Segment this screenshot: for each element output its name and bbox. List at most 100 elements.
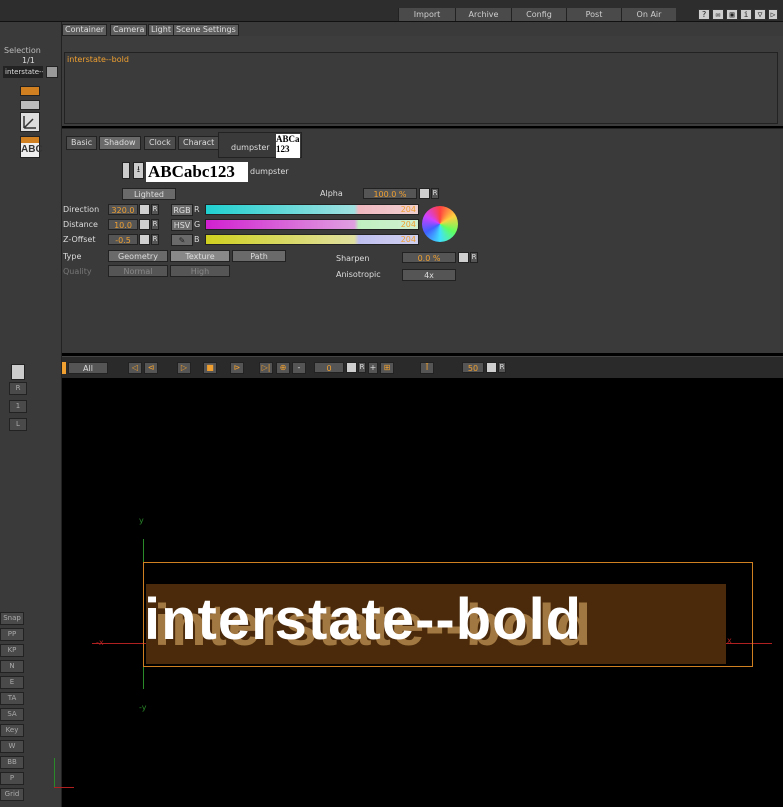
config-button[interactable]: Config [511,8,566,21]
n-button[interactable]: N [0,660,24,673]
color-wheel[interactable] [422,206,458,242]
info-icon[interactable]: i [740,9,752,20]
layer-l-button[interactable]: L [9,418,27,431]
rgb-mode-button[interactable]: RGB [171,204,193,216]
layer-one-button[interactable]: 1 [9,400,27,413]
end-frame-reset[interactable]: R [498,362,506,373]
last-frame-icon[interactable]: ▷| [259,362,273,374]
pp-button[interactable]: PP [0,628,24,641]
kp-button[interactable]: KP [0,644,24,657]
cursor-icon[interactable]: Ī [420,362,434,374]
blue-slider[interactable]: 204 [205,234,419,245]
help-icon[interactable]: ? [698,9,710,20]
anisotropic-select[interactable]: 4x [402,269,456,281]
on-air-button[interactable]: On Air [621,8,676,21]
next-key-icon[interactable]: ⊳ [230,362,244,374]
stop-icon[interactable]: ■ [203,362,217,374]
subtab-basic[interactable]: Basic [66,136,98,150]
sharpen-label: Sharpen [336,254,370,263]
first-frame-icon[interactable]: ◁ [128,362,142,374]
r-button-icon[interactable]: R [9,382,27,395]
w-button[interactable]: W [0,740,24,753]
sa-button[interactable]: SA [0,708,24,721]
distance-spinner[interactable] [139,219,150,230]
frame-spinner[interactable] [346,362,357,373]
transform-icon[interactable] [20,100,40,110]
minus-icon[interactable]: - [292,362,306,374]
ta-button[interactable]: TA [0,692,24,705]
prev-key-icon[interactable]: ⊲ [144,362,158,374]
selection-name[interactable]: interstate--bold [3,66,43,78]
tab-container[interactable]: Container [62,24,108,36]
end-frame-spinner[interactable] [486,362,497,373]
font-download-icon[interactable]: ⭳ [133,162,144,179]
sharpen-input[interactable]: 0.0 % [402,252,456,263]
font-tooltip: dumpster ABCa 123 [218,132,302,158]
p-button[interactable]: P [0,772,24,785]
all-button[interactable]: All [68,362,108,374]
axis-icon[interactable] [20,112,40,132]
alpha-reset[interactable]: R [431,188,439,199]
blue-value: 204 [400,235,416,244]
trash-icon[interactable] [11,364,25,380]
archive-button[interactable]: Archive [455,8,511,21]
type-texture-button[interactable]: Texture [170,250,230,262]
subtab-shadow[interactable]: Shadow [99,136,141,150]
chevron-down-icon[interactable]: ▽ [754,9,766,20]
hsv-mode-button[interactable]: HSV [171,219,193,231]
mail-icon[interactable]: ✉ [712,9,724,20]
font-preview-sample[interactable]: ABCabc123 [146,162,248,182]
eyedropper-icon[interactable]: ✎ [171,234,193,246]
green-slider[interactable]: 204 [205,219,419,230]
alpha-input[interactable]: 100.0 % [363,188,417,199]
script-textarea[interactable]: interstate--bold [64,52,778,124]
viewport-text-object[interactable]: interstate--bold [144,586,582,653]
render-viewport[interactable]: y -y x -x interstate--bold interstate--b… [54,378,783,807]
text-plugin-icon[interactable]: ABC [20,136,43,158]
frame-reset[interactable]: R [358,362,366,373]
direction-spinner[interactable] [139,204,150,215]
tab-light[interactable]: Light [148,24,174,36]
distance-reset[interactable]: R [151,219,159,230]
post-button[interactable]: Post [566,8,621,21]
type-label: Type [63,252,82,261]
lighted-toggle[interactable]: Lighted [122,188,176,200]
distance-input[interactable]: 10.0 [108,219,138,230]
type-path-button[interactable]: Path [232,250,286,262]
snap-button[interactable]: Snap [0,612,24,625]
quality-normal-button[interactable]: Normal [108,265,168,277]
zoffset-reset[interactable]: R [151,234,159,245]
distance-label: Distance [63,220,98,229]
container-icon[interactable] [20,86,40,96]
frame-input[interactable]: 0 [314,362,344,373]
tab-scene-settings[interactable]: Scene Settings [173,24,239,36]
e-button[interactable]: E [0,676,24,689]
sharpen-spinner[interactable] [458,252,469,263]
subtab-character[interactable]: Charact [178,136,220,150]
direction-reset[interactable]: R [151,204,159,215]
zoffset-input[interactable]: -0.5 [108,234,138,245]
play-icon[interactable]: ▷ [177,362,191,374]
plus-icon[interactable]: + [368,362,378,374]
script-panel: interstate--bold [62,36,783,126]
grid-button[interactable]: Grid [0,788,24,801]
tab-camera[interactable]: Camera [110,24,148,36]
sharpen-reset[interactable]: R [470,252,478,263]
direction-input[interactable]: 320.0 [108,204,138,215]
type-geometry-button[interactable]: Geometry [108,250,168,262]
subtab-clock[interactable]: Clock [144,136,176,150]
end-frame-input[interactable]: 50 [462,362,484,373]
chevron-right-icon[interactable]: ▷ [768,9,778,20]
quality-high-button[interactable]: High [170,265,230,277]
key-button[interactable]: Key [0,724,24,737]
zoffset-spinner[interactable] [139,234,150,245]
bb-button[interactable]: BB [0,756,24,769]
alpha-spinner[interactable] [419,188,430,199]
font-drop-slot[interactable] [122,162,130,179]
red-slider[interactable]: 204 [205,204,419,215]
window-icon[interactable]: ▣ [726,9,738,20]
record-icon[interactable]: ⊕ [276,362,290,374]
keyframe-icon[interactable]: ⊞ [380,362,394,374]
selection-dropdown-icon[interactable] [46,66,58,78]
import-button[interactable]: Import [398,8,455,21]
